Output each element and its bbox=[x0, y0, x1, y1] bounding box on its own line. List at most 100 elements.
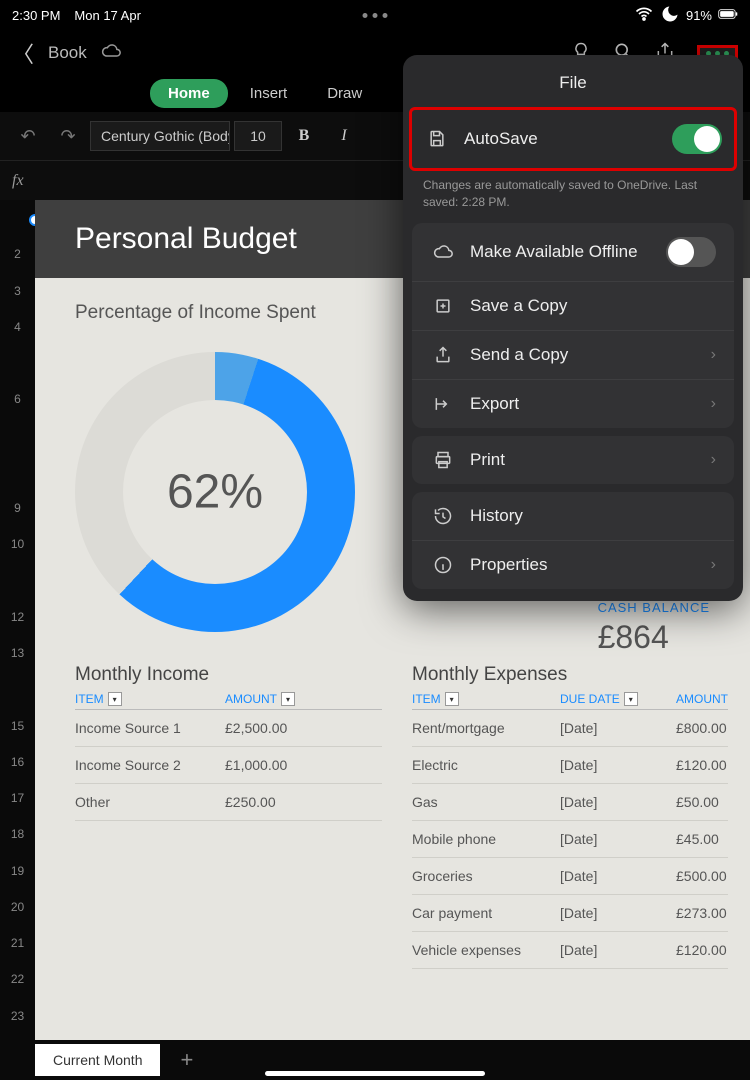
autosave-row[interactable]: AutoSave bbox=[409, 107, 737, 171]
cell-item: Groceries bbox=[412, 868, 560, 884]
row-header[interactable]: 16 bbox=[0, 744, 35, 780]
row-header[interactable]: 9 bbox=[0, 490, 35, 526]
table-row[interactable]: Gas[Date]£50.00 bbox=[412, 784, 728, 821]
cloud-sync-icon[interactable] bbox=[101, 41, 121, 66]
chevron-right-icon: › bbox=[711, 346, 716, 364]
row-header[interactable]: 19 bbox=[0, 853, 35, 889]
tab-draw[interactable]: Draw bbox=[309, 79, 380, 108]
cell-amount: £45.00 bbox=[676, 831, 728, 847]
multitask-indicator[interactable] bbox=[363, 13, 388, 18]
table-row[interactable]: Other£250.00 bbox=[75, 784, 382, 821]
row-header[interactable] bbox=[0, 345, 35, 381]
italic-button[interactable]: I bbox=[326, 118, 362, 154]
filter-dropdown-icon[interactable]: ▾ bbox=[445, 692, 459, 706]
offline-toggle[interactable] bbox=[666, 237, 716, 267]
exp-hdr-item[interactable]: ITEM bbox=[412, 692, 441, 706]
cell-amount: £50.00 bbox=[676, 794, 728, 810]
row-header[interactable]: 4 bbox=[0, 309, 35, 345]
table-row[interactable]: Rent/mortgage[Date]£800.00 bbox=[412, 710, 728, 747]
row-header[interactable]: 2 bbox=[0, 236, 35, 272]
row-header[interactable]: 13 bbox=[0, 635, 35, 671]
add-sheet-button[interactable]: + bbox=[180, 1047, 193, 1073]
history-row[interactable]: History bbox=[412, 492, 734, 540]
exp-hdr-amount[interactable]: AMOUNT bbox=[676, 692, 728, 706]
status-bar: 2:30 PM Mon 17 Apr 91% bbox=[0, 0, 750, 31]
history-icon bbox=[430, 506, 456, 526]
sheet-tab-current[interactable]: Current Month bbox=[35, 1044, 160, 1076]
row-header[interactable]: 17 bbox=[0, 780, 35, 816]
save-copy-row[interactable]: Save a Copy bbox=[412, 281, 734, 330]
cell-item: Gas bbox=[412, 794, 560, 810]
home-indicator[interactable] bbox=[265, 1071, 485, 1076]
back-button[interactable]: 〈 bbox=[12, 37, 34, 69]
redo-button[interactable]: ↷ bbox=[50, 118, 86, 154]
filter-dropdown-icon[interactable]: ▾ bbox=[624, 692, 638, 706]
offline-label: Make Available Offline bbox=[470, 242, 666, 262]
row-header[interactable] bbox=[0, 418, 35, 454]
exp-hdr-due[interactable]: DUE DATE bbox=[560, 692, 620, 706]
row-header[interactable] bbox=[0, 563, 35, 599]
row-header[interactable]: 23 bbox=[0, 998, 35, 1034]
table-row[interactable]: Vehicle expenses[Date]£120.00 bbox=[412, 932, 728, 969]
chevron-right-icon: › bbox=[711, 451, 716, 469]
row-header[interactable]: 15 bbox=[0, 708, 35, 744]
donut-value: 62% bbox=[167, 465, 263, 520]
tab-insert[interactable]: Insert bbox=[232, 79, 306, 108]
send-copy-label: Send a Copy bbox=[470, 345, 711, 365]
file-menu-panel: File AutoSave Changes are automatically … bbox=[403, 55, 743, 601]
row-header[interactable]: 3 bbox=[0, 273, 35, 309]
autosave-subtext: Changes are automatically saved to OneDr… bbox=[403, 177, 743, 223]
cell-due: [Date] bbox=[560, 757, 676, 773]
income-hdr-item[interactable]: ITEM bbox=[75, 692, 104, 706]
row-header[interactable]: 6 bbox=[0, 381, 35, 417]
properties-icon bbox=[430, 555, 456, 575]
table-row[interactable]: Groceries[Date]£500.00 bbox=[412, 858, 728, 895]
row-header[interactable]: 21 bbox=[0, 925, 35, 961]
history-label: History bbox=[470, 506, 716, 526]
cloud-offline-icon bbox=[430, 242, 456, 262]
tab-home[interactable]: Home bbox=[150, 79, 228, 108]
cell-due: [Date] bbox=[560, 905, 676, 921]
send-copy-icon bbox=[430, 345, 456, 365]
font-size-selector[interactable]: 10 bbox=[234, 121, 282, 151]
send-copy-row[interactable]: Send a Copy › bbox=[412, 330, 734, 379]
cell-item: Electric bbox=[412, 757, 560, 773]
cell-amount: £250.00 bbox=[225, 794, 382, 810]
table-row[interactable]: Income Source 2£1,000.00 bbox=[75, 747, 382, 784]
undo-button[interactable]: ↶ bbox=[10, 118, 46, 154]
autosave-toggle[interactable] bbox=[672, 124, 722, 154]
expenses-table: Monthly Expenses ITEM ▾ DUE DATE ▾ AMOUN… bbox=[412, 664, 728, 969]
offline-row[interactable]: Make Available Offline bbox=[412, 223, 734, 281]
row-header[interactable]: 10 bbox=[0, 526, 35, 562]
income-hdr-amount[interactable]: AMOUNT bbox=[225, 692, 277, 706]
filter-dropdown-icon[interactable]: ▾ bbox=[108, 692, 122, 706]
cell-item: Vehicle expenses bbox=[412, 942, 560, 958]
row-header[interactable]: 18 bbox=[0, 816, 35, 852]
expenses-heading: Monthly Expenses bbox=[412, 664, 728, 686]
battery-pct: 91% bbox=[686, 8, 712, 23]
cell-due: [Date] bbox=[560, 942, 676, 958]
table-row[interactable]: Income Source 1£2,500.00 bbox=[75, 710, 382, 747]
cell-amount: £120.00 bbox=[676, 942, 728, 958]
export-row[interactable]: Export › bbox=[412, 379, 734, 428]
battery-icon bbox=[718, 4, 738, 27]
autosave-icon bbox=[424, 129, 450, 149]
table-row[interactable]: Electric[Date]£120.00 bbox=[412, 747, 728, 784]
row-header[interactable] bbox=[0, 671, 35, 707]
table-row[interactable]: Mobile phone[Date]£45.00 bbox=[412, 821, 728, 858]
table-row[interactable]: Car payment[Date]£273.00 bbox=[412, 895, 728, 932]
row-header[interactable]: 22 bbox=[0, 961, 35, 997]
row-headers[interactable]: 2346910121315161718192021222324 bbox=[0, 200, 35, 1070]
filter-dropdown-icon[interactable]: ▾ bbox=[281, 692, 295, 706]
row-header[interactable] bbox=[0, 454, 35, 490]
document-title[interactable]: Book bbox=[48, 43, 87, 63]
row-header[interactable]: 20 bbox=[0, 889, 35, 925]
cell-item: Income Source 1 bbox=[75, 720, 225, 736]
row-header[interactable]: 12 bbox=[0, 599, 35, 635]
cash-balance-label: CASH BALANCE bbox=[598, 600, 710, 615]
bold-button[interactable]: B bbox=[286, 118, 322, 154]
properties-row[interactable]: Properties › bbox=[412, 540, 734, 589]
font-selector[interactable]: Century Gothic (Body) bbox=[90, 121, 230, 151]
cell-amount: £500.00 bbox=[676, 868, 728, 884]
print-row[interactable]: Print › bbox=[412, 436, 734, 484]
